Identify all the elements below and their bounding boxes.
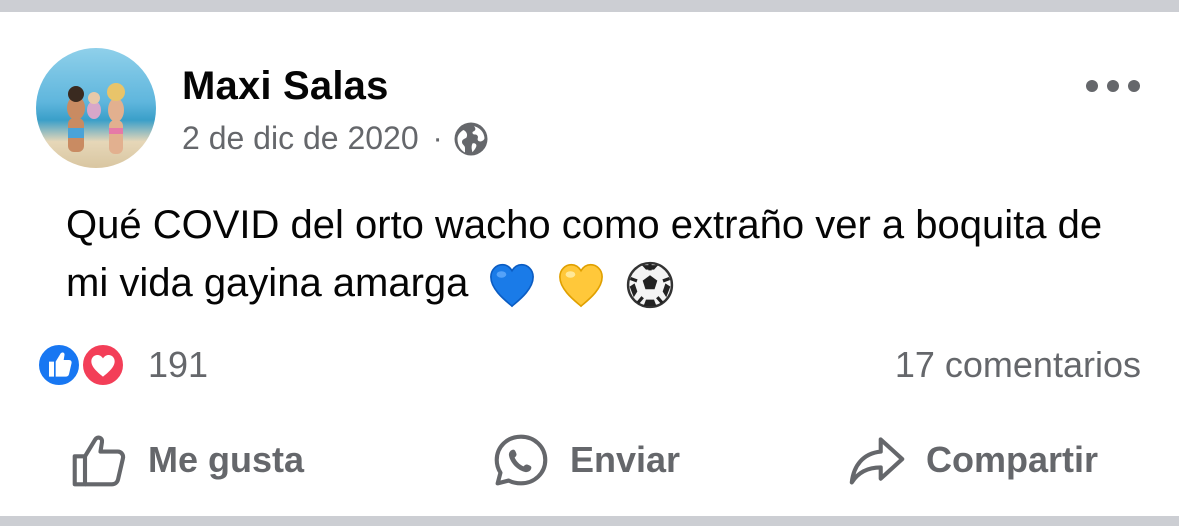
- comments-count[interactable]: 17 comentarios: [895, 344, 1141, 386]
- action-bar: Me gusta Enviar Compartir: [0, 432, 1179, 488]
- meta-separator: ·: [432, 121, 443, 155]
- soccer-ball-icon: [624, 259, 676, 311]
- blue-heart-icon: [486, 259, 538, 311]
- share-label: Compartir: [926, 439, 1099, 480]
- avatar-photo: [67, 83, 125, 154]
- author-name[interactable]: Maxi Salas: [182, 64, 389, 109]
- more-dot: [1086, 80, 1098, 92]
- more-dot: [1128, 80, 1140, 92]
- love-reaction-icon: [80, 342, 126, 388]
- send-button[interactable]: Enviar: [490, 432, 680, 488]
- more-dot: [1107, 80, 1119, 92]
- share-arrow-icon: [849, 437, 905, 485]
- send-label: Enviar: [570, 439, 681, 480]
- globe-icon[interactable]: [453, 121, 489, 157]
- post-meta: 2 de dic de 2020 ·: [182, 120, 489, 157]
- thumbs-up-icon: [72, 435, 126, 487]
- post-date[interactable]: 2 de dic de 2020: [182, 120, 419, 157]
- more-options-icon[interactable]: [1086, 76, 1140, 96]
- like-label: Me gusta: [148, 439, 305, 480]
- reactions-summary[interactable]: 191: [36, 342, 208, 388]
- reaction-icons: [36, 342, 132, 388]
- reaction-count: 191: [148, 344, 209, 385]
- avatar[interactable]: [36, 48, 156, 168]
- whatsapp-icon: [494, 434, 548, 486]
- yellow-heart-icon: [555, 259, 607, 311]
- post-text-container: Qué COVID del orto wacho como extraño ve…: [66, 196, 1126, 312]
- share-button[interactable]: Compartir: [846, 432, 1098, 488]
- post-card: Maxi Salas 2 de dic de 2020 · Qué COVID …: [0, 12, 1179, 516]
- like-button[interactable]: Me gusta: [68, 432, 304, 488]
- like-reaction-icon: [36, 342, 82, 388]
